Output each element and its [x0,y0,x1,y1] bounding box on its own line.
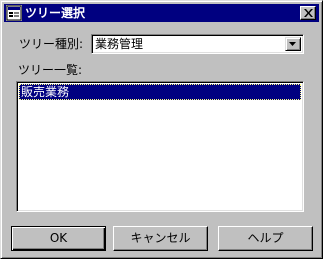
ok-button[interactable]: OK [11,226,106,251]
list-item[interactable]: 販売業務 [19,84,301,100]
cancel-button[interactable]: キャンセル [113,226,208,251]
tree-type-label: ツリー種別: [19,37,84,51]
tree-type-select[interactable]: 業務管理 [91,34,304,54]
app-window-icon [6,5,22,21]
help-button[interactable]: ヘルプ [218,226,313,251]
close-icon [304,9,313,17]
tree-list-label: ツリー一覧: [18,63,83,77]
tree-type-value: 業務管理 [95,37,144,51]
close-button[interactable] [300,6,316,20]
chevron-down-icon [289,42,296,46]
title-bar[interactable]: ツリー選択 [4,4,319,22]
tree-type-dropdown-button[interactable] [285,37,301,51]
tree-list-box[interactable]: 販売業務 [16,81,304,212]
window-title: ツリー選択 [25,6,86,20]
list-item-label: 販売業務 [21,85,70,99]
tree-select-dialog: ツリー選択 ツリー種別: 業務管理 ツリー一覧: 販売業務 OK キャンセル ヘ… [0,0,323,259]
